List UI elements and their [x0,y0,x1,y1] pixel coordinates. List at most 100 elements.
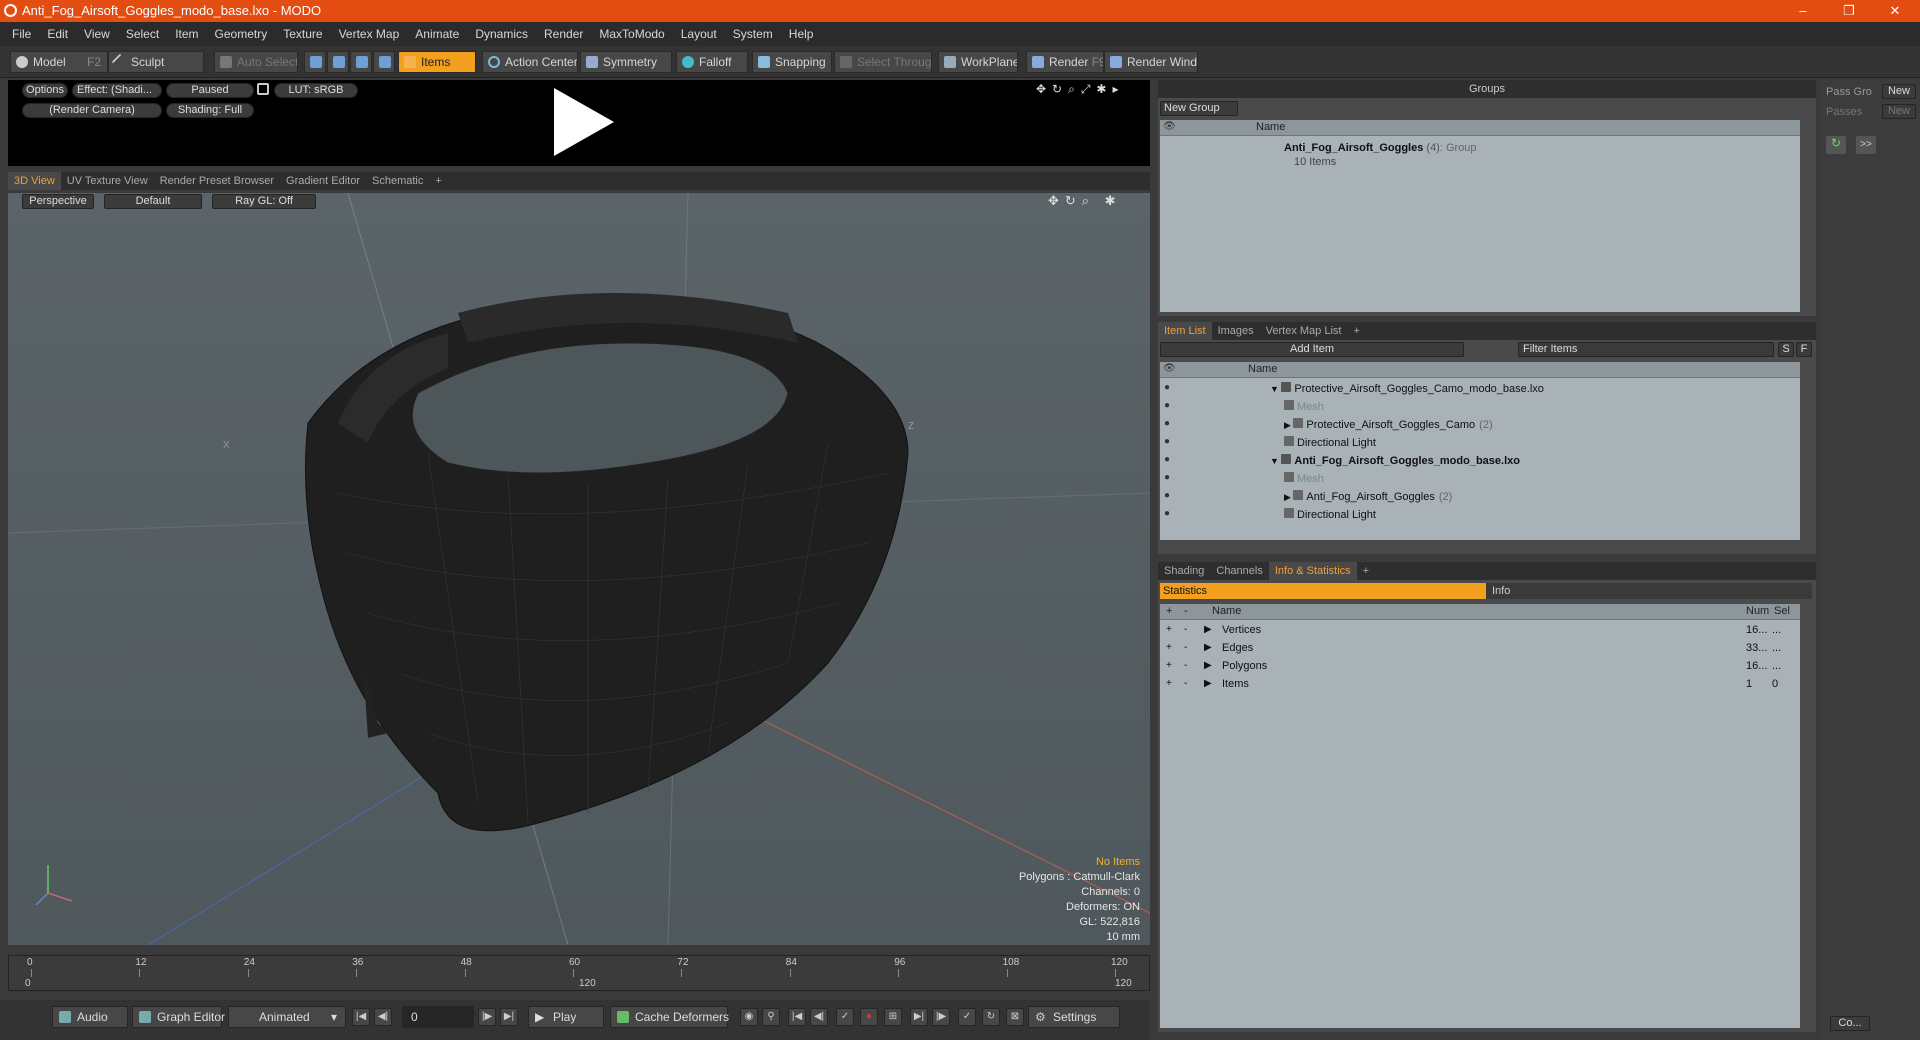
key-tool-icon-1[interactable]: ◉ [740,1008,758,1026]
minimize-button[interactable]: – [1780,0,1826,22]
polygons-mode-icon[interactable] [350,51,372,73]
item-row[interactable]: ▼ Anti_Fog_Airsoft_Goggles_modo_base.lxo [1270,454,1520,467]
group-item-name[interactable]: Anti_Fog_Airsoft_Goggles (4): Group [1284,142,1477,154]
preview-nav-icons[interactable]: ✥↻⌕⤢✱▸ [1036,82,1125,97]
item-list[interactable]: 👁 Name ▼ Protective_Airsoft_Goggles_Camo_… [1160,362,1800,540]
menu-help[interactable]: Help [781,27,822,41]
tab-3d-view[interactable]: 3D View [8,172,61,190]
statistics-subtab[interactable]: Statistics [1160,583,1486,599]
symmetry-button[interactable]: Symmetry [580,51,672,73]
expand-arrow-icon[interactable]: ▶ [1284,492,1293,502]
record-icon[interactable]: ● [860,1008,878,1026]
go-to-end-icon[interactable]: ▶| [500,1008,518,1026]
render-camera-dropdown[interactable]: (Render Camera) [22,103,162,118]
menu-file[interactable]: File [4,27,39,41]
add-info-tab-button[interactable]: + [1357,562,1375,580]
visibility-eye-icon[interactable]: ● [1164,400,1170,411]
item-row[interactable]: ▶ Protective_Airsoft_Goggles_Camo (2) [1284,418,1493,431]
passes-new-button[interactable]: New [1882,104,1916,119]
tab-uv-texture-view[interactable]: UV Texture View [61,172,154,190]
falloff-button[interactable]: Falloff [676,51,748,73]
item-row[interactable]: ▶ Anti_Fog_Airsoft_Goggles (2) [1284,490,1452,503]
prev-frame-icon[interactable]: ◀| [374,1008,392,1026]
item-row[interactable]: ▼ Protective_Airsoft_Goggles_Camo_modo_b… [1270,382,1544,395]
auto-key-icon[interactable]: ✓ [836,1008,854,1026]
jump-key-icon-1[interactable]: ▶| [910,1008,928,1026]
collapse-minus-icon[interactable]: - [1184,678,1187,689]
tool-icon-2[interactable]: ↻ [982,1008,1000,1026]
tool-icon-3[interactable]: ⊠ [1006,1008,1024,1026]
collapse-minus-icon[interactable]: - [1184,642,1187,653]
tab-vertex-map-list[interactable]: Vertex Map List [1260,322,1348,340]
add-tab-button[interactable]: + [429,172,447,190]
preview-effect-dropdown[interactable]: Effect: (Shadi... [72,83,162,98]
menu-animate[interactable]: Animate [407,27,467,41]
play-icon[interactable] [546,84,620,160]
maximize-button[interactable]: ❐ [1826,0,1872,22]
key-icon[interactable]: ⊞ [884,1008,902,1026]
item-row[interactable]: Mesh [1284,400,1324,413]
menu-dynamics[interactable]: Dynamics [467,27,536,41]
render-window-button[interactable]: Render Window [1104,51,1198,73]
menu-system[interactable]: System [725,27,781,41]
refresh-icon[interactable]: ↻ [1826,136,1846,154]
filter-f-button[interactable]: F [1796,342,1812,357]
render-button[interactable]: Render F9 [1026,51,1104,73]
3d-viewport[interactable]: Perspective Default Ray GL: Off ✥↻⌕ ✱ X … [8,193,1150,945]
item-row[interactable]: Directional Light [1284,436,1376,449]
expand-arrows-button[interactable]: >> [1856,136,1876,154]
select-through-button[interactable]: Select Through [834,51,932,73]
tab-info-statistics[interactable]: Info & Statistics [1268,562,1357,580]
timeline[interactable]: 0 12 24 36 48 60 72 84 96 108 120 0 120 120 [8,955,1150,991]
shading-dropdown[interactable]: Shading: Full [166,103,254,118]
graph-editor-button[interactable]: Graph Editor [132,1006,225,1028]
visibility-eye-icon[interactable]: ● [1164,418,1170,429]
lut-dropdown[interactable]: LUT: sRGB [274,83,358,98]
menu-layout[interactable]: Layout [673,27,725,41]
expand-plus-icon[interactable]: + [1166,624,1172,635]
tab-item-list[interactable]: Item List [1158,322,1212,340]
menu-select[interactable]: Select [118,27,167,41]
next-frame-icon[interactable]: |▶ [478,1008,496,1026]
item-row[interactable]: Directional Light [1284,508,1376,521]
expand-arrow-icon[interactable]: ▶ [1204,678,1212,689]
menu-view[interactable]: View [76,27,118,41]
audio-button[interactable]: Audio [52,1006,128,1028]
frame-input[interactable]: 0 [402,1006,474,1028]
prev-key-icon[interactable]: |◀ [788,1008,806,1026]
play-button[interactable]: ▶ Play [528,1006,604,1028]
visibility-eye-icon[interactable]: ● [1164,490,1170,501]
expand-plus-icon[interactable]: + [1166,660,1172,671]
action-center-button[interactable]: Action Center [482,51,578,73]
animated-dropdown[interactable]: Animated ▾ [228,1006,346,1028]
preview-paused-button[interactable]: Paused [166,83,254,98]
collapse-minus-icon[interactable]: - [1184,624,1187,635]
add-panel-tab-button[interactable]: + [1347,322,1365,340]
next-key-icon-small[interactable]: ◀| [810,1008,828,1026]
close-button[interactable]: ✕ [1872,0,1918,22]
edges-mode-icon[interactable] [327,51,349,73]
vertices-mode-icon[interactable] [304,51,326,73]
item-row[interactable]: Mesh [1284,472,1324,485]
snapping-button[interactable]: Snapping [752,51,832,73]
cache-deformers-button[interactable]: Cache Deformers [610,1006,729,1028]
menu-maxtomodo[interactable]: MaxToModo [591,27,672,41]
statistics-list[interactable]: + - Name Num Sel + - ▶ Vertices 16...... + - ▶ Ed… [1160,604,1800,1028]
materials-mode-icon[interactable] [373,51,395,73]
menu-vertex-map[interactable]: Vertex Map [331,27,408,41]
menu-edit[interactable]: Edit [39,27,76,41]
visibility-eye-icon[interactable]: ● [1164,508,1170,519]
expand-arrow-icon[interactable]: ▶ [1204,624,1212,635]
preview-options-button[interactable]: Options [22,83,68,98]
settings-button[interactable]: ⚙ Settings [1028,1006,1120,1028]
menu-render[interactable]: Render [536,27,591,41]
tab-shading[interactable]: Shading [1158,562,1210,580]
menu-item[interactable]: Item [167,27,206,41]
menu-geometry[interactable]: Geometry [207,27,276,41]
visibility-eye-icon[interactable]: ● [1164,382,1170,393]
tab-channels[interactable]: Channels [1210,562,1268,580]
expand-plus-icon[interactable]: + [1166,642,1172,653]
auto-select-button[interactable]: Auto Select [214,51,298,73]
pass-group-new-button[interactable]: New [1882,84,1916,99]
lock-icon[interactable] [257,83,269,95]
